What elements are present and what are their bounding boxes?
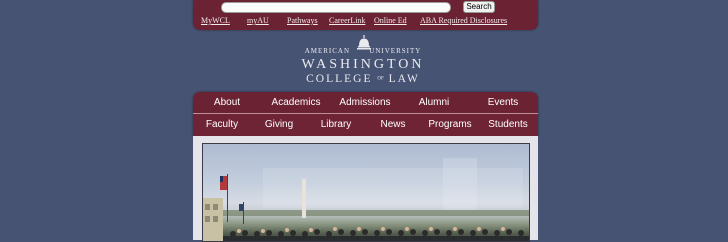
nav-students[interactable]: Students [488, 114, 527, 135]
nav-news[interactable]: News [380, 114, 405, 135]
logo-line-washington: WASHINGTON [301, 57, 425, 72]
quicklink-myau[interactable]: myAU [247, 16, 269, 26]
logo-line-college-of-law: COLLEGE OF LAW [306, 73, 420, 85]
search-button[interactable]: Search [463, 1, 495, 13]
nav-faculty[interactable]: Faculty [206, 114, 238, 135]
content-area [193, 136, 538, 242]
nav-giving[interactable]: Giving [265, 114, 293, 135]
quick-links: MyWCL myAU Pathways CareerLink Online Ed… [193, 16, 538, 26]
secondary-nav-row: Faculty Giving Library News Programs Stu… [193, 114, 538, 135]
utility-bar: Search MyWCL myAU Pathways CareerLink On… [193, 0, 538, 30]
primary-nav-row: About Academics Admissions Alumni Events [193, 92, 538, 113]
quicklink-online-ed[interactable]: Online Ed [374, 16, 407, 26]
hero-photo[interactable] [202, 143, 530, 242]
nav-about[interactable]: About [214, 92, 240, 113]
quicklink-aba-disclosures[interactable]: ABA Required Disclosures [420, 16, 507, 26]
quicklink-mywcl[interactable]: MyWCL [201, 16, 230, 26]
quicklink-careerlink[interactable]: CareerLink [329, 16, 365, 26]
logo-line-university: AMERICAN UNIVERSITY [304, 47, 422, 55]
hero-photo-illustration [203, 158, 529, 241]
wcl-logo[interactable]: AMERICAN UNIVERSITY WASHINGTON COLLEGE O… [293, 34, 433, 88]
main-navigation: About Academics Admissions Alumni Events… [193, 92, 538, 136]
search-input[interactable] [221, 2, 451, 13]
quicklink-pathways[interactable]: Pathways [287, 16, 318, 26]
nav-programs[interactable]: Programs [428, 114, 471, 135]
nav-library[interactable]: Library [321, 114, 352, 135]
nav-academics[interactable]: Academics [272, 92, 321, 113]
nav-alumni[interactable]: Alumni [419, 92, 450, 113]
nav-events[interactable]: Events [488, 92, 519, 113]
nav-admissions[interactable]: Admissions [339, 92, 390, 113]
